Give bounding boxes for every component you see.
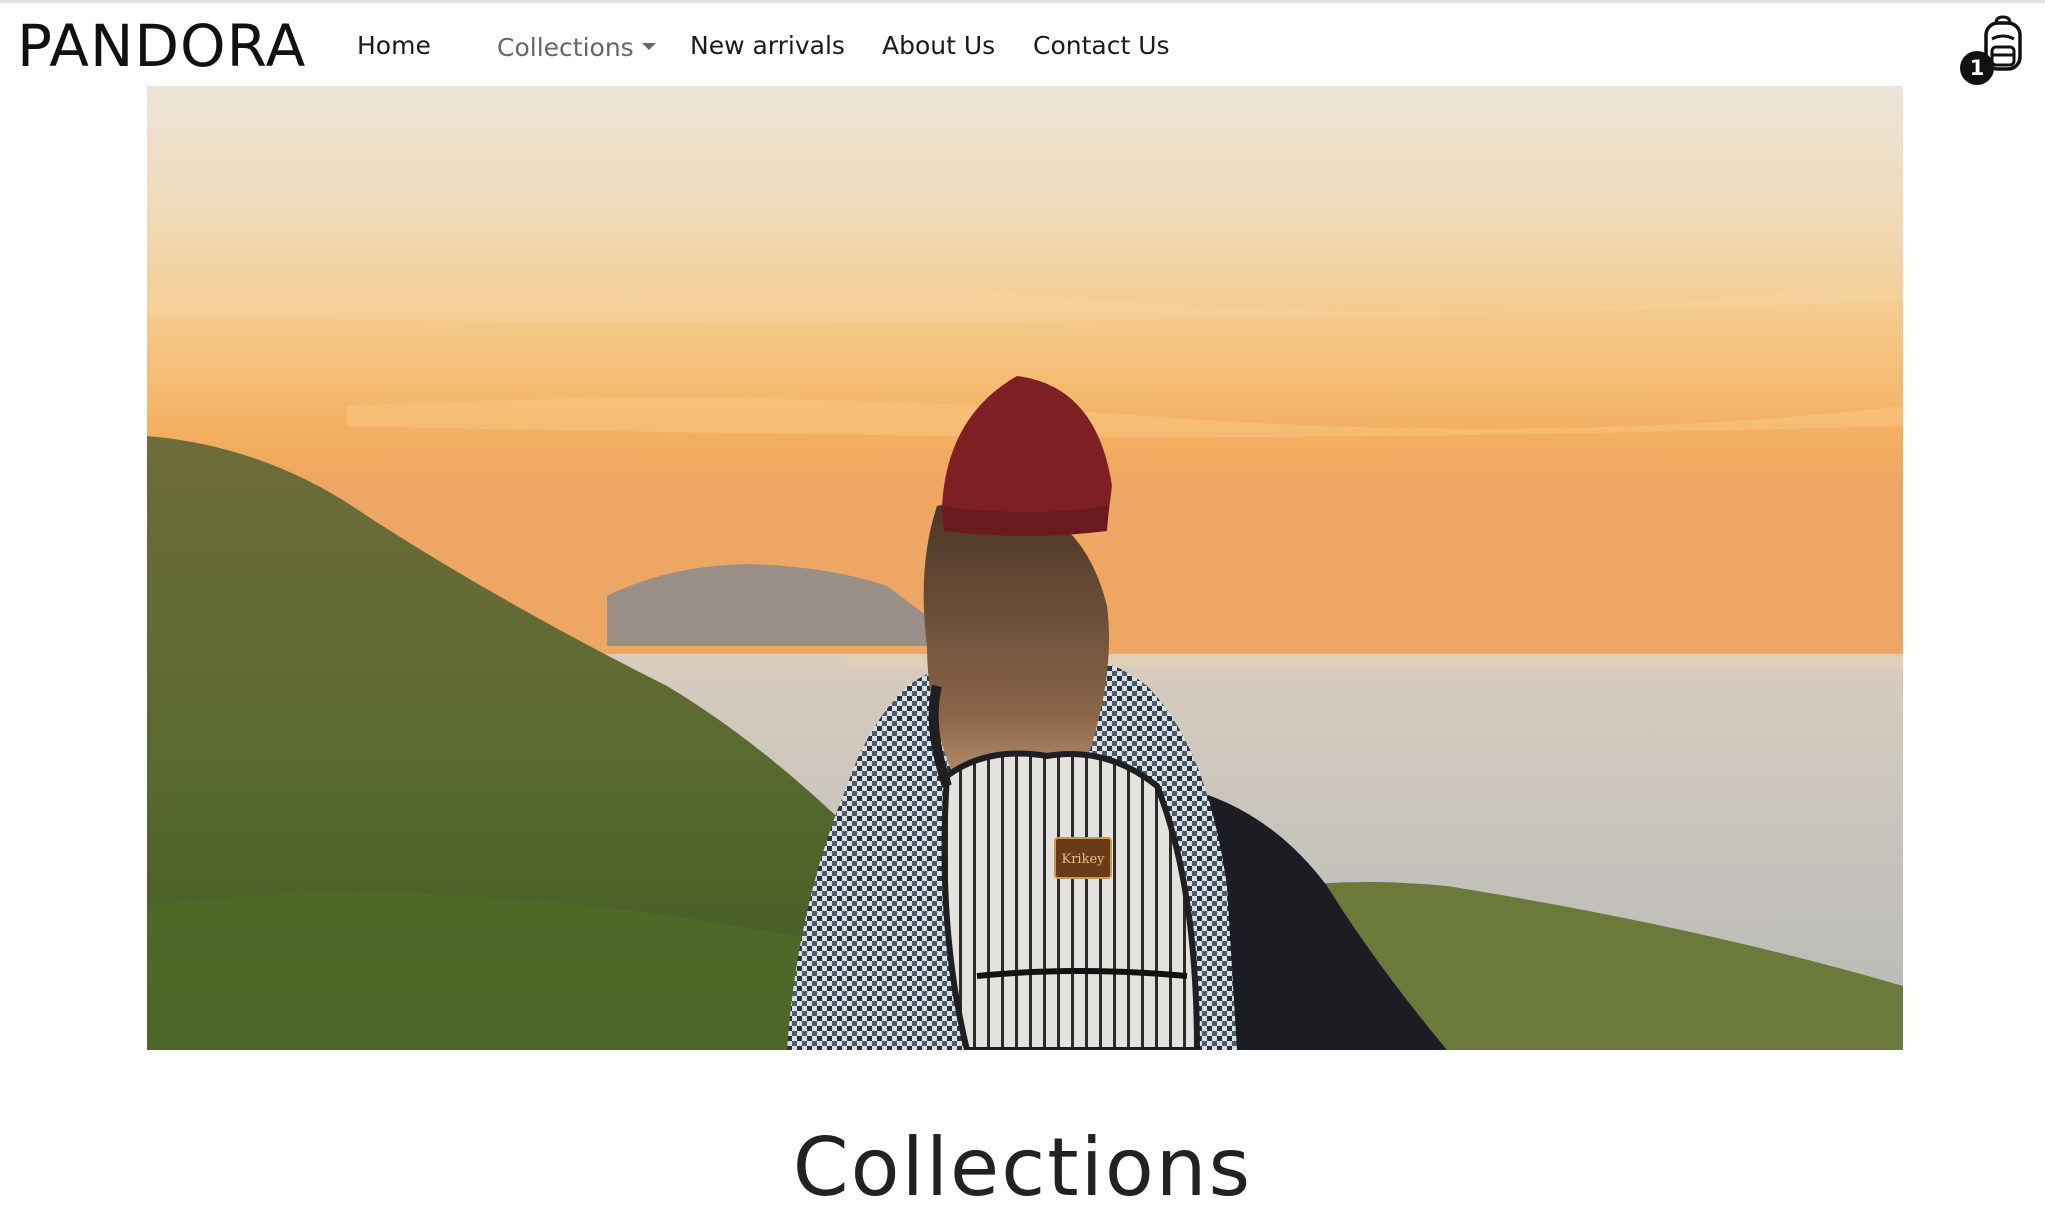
nav-about-us[interactable]: About Us (882, 29, 995, 63)
section-title-collections: Collections (792, 1121, 1253, 1214)
nav-collections-label: Collections (497, 33, 634, 62)
brand-logo[interactable]: PANDORA (17, 11, 306, 81)
nav-contact-us[interactable]: Contact Us (1033, 29, 1170, 63)
nav-home[interactable]: Home (357, 29, 431, 63)
backpack-patch-text: Krikey (1062, 852, 1106, 867)
nav-new-arrivals[interactable]: New arrivals (690, 29, 845, 63)
hero-illustration: Krikey (147, 86, 1903, 1050)
hero-image: Krikey (147, 86, 1903, 1050)
cart-button[interactable]: 1 (1958, 15, 2028, 87)
cart-count-badge: 1 (1960, 51, 1994, 85)
navbar: PANDORA Home Collections New arrivals Ab… (0, 3, 2045, 85)
nav-collections-dropdown[interactable]: Collections (497, 31, 656, 65)
caret-down-icon (641, 42, 656, 50)
